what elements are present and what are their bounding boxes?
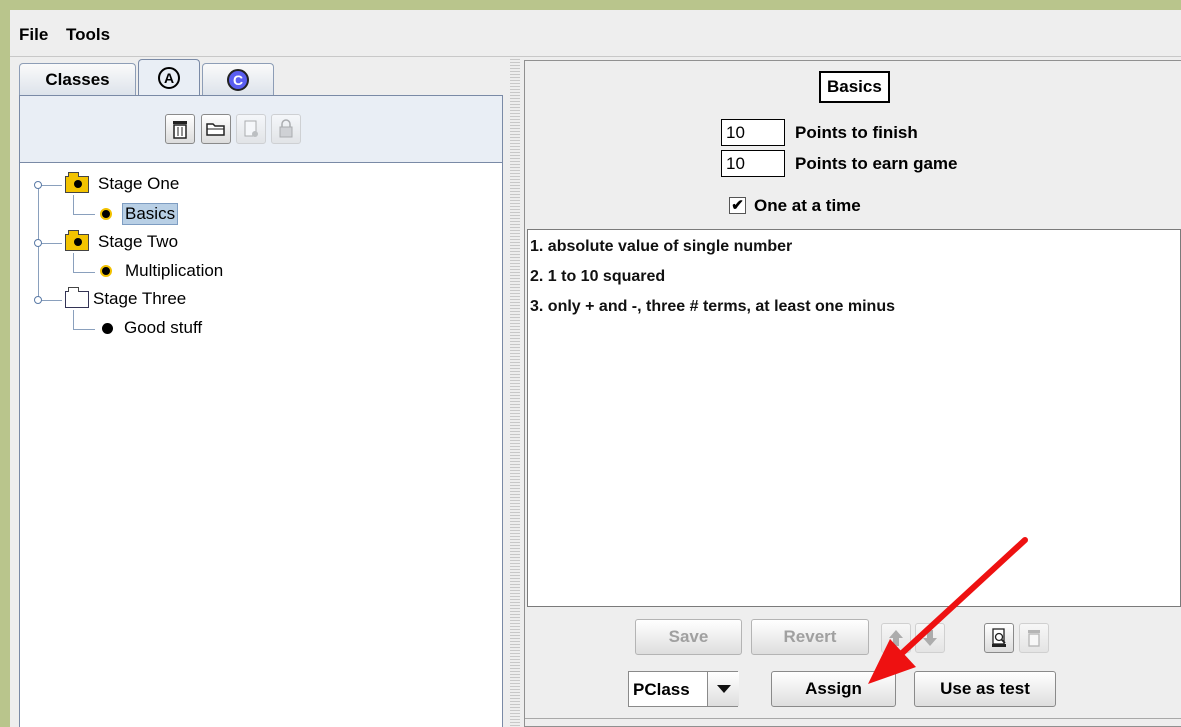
annotation-arrow-icon — [868, 537, 1028, 684]
